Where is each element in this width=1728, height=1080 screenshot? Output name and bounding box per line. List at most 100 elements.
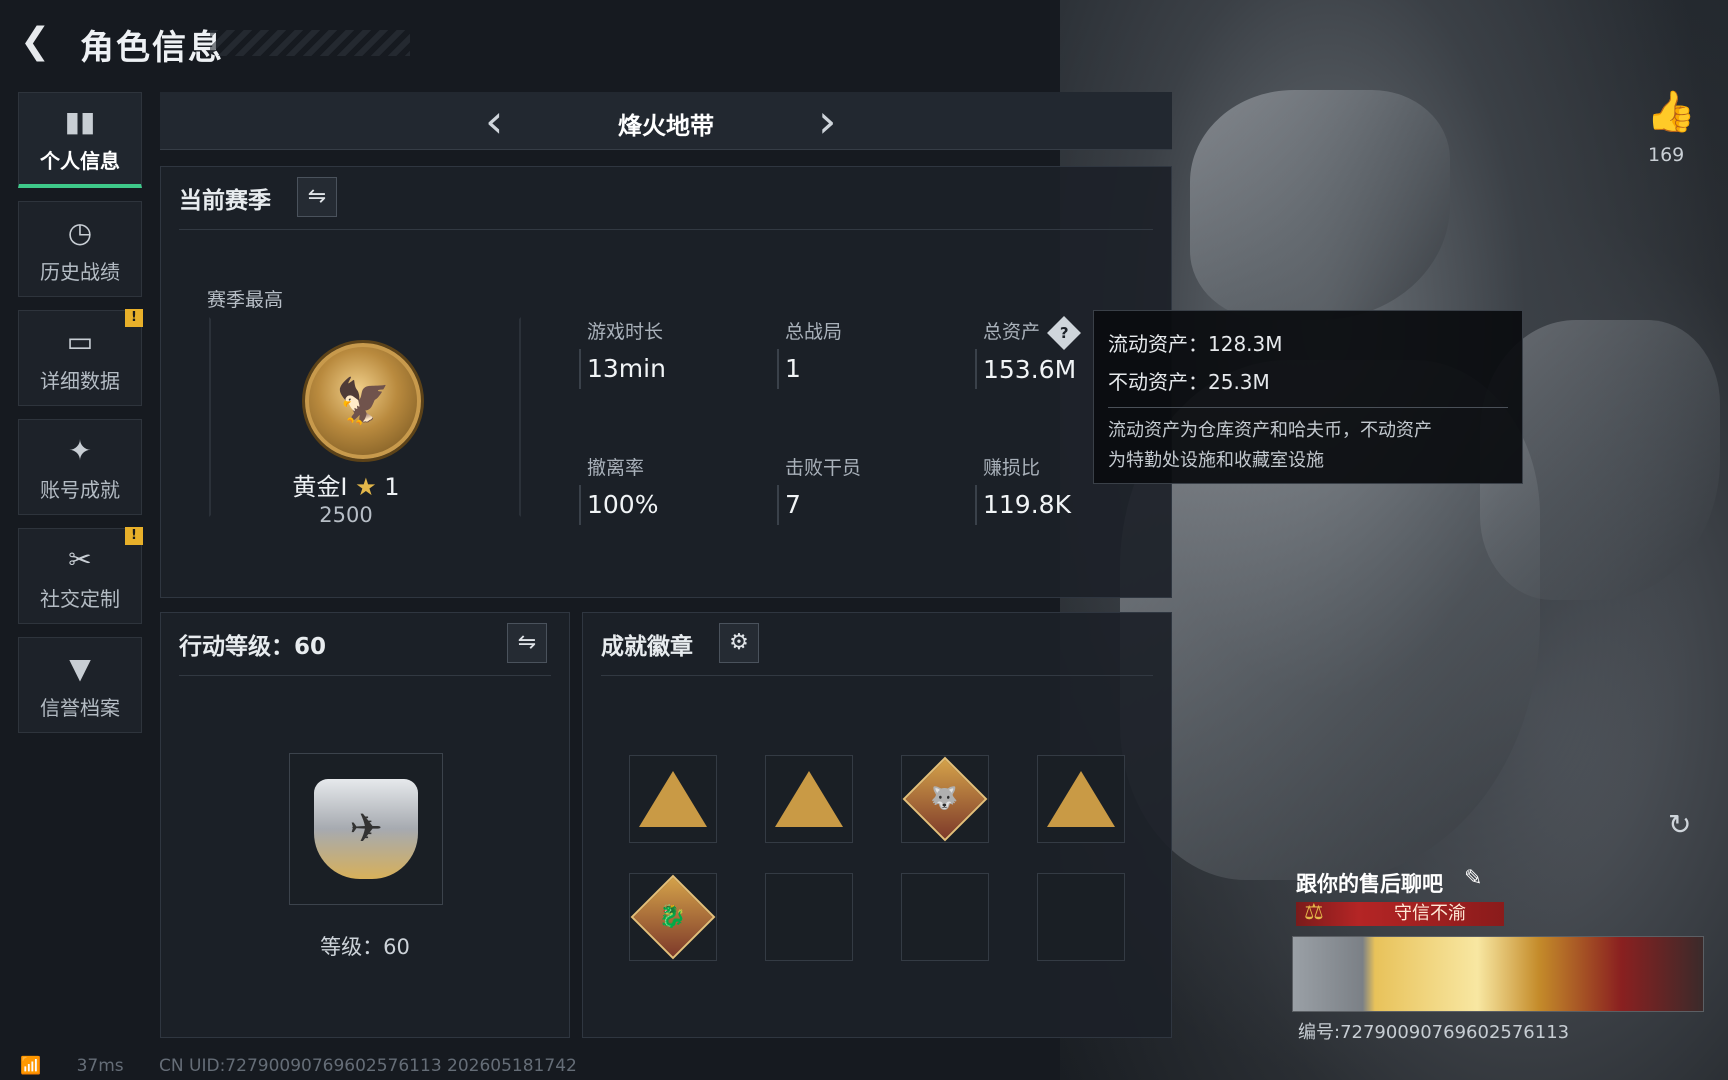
help-icon[interactable]: ? [1047, 315, 1082, 350]
stat-value: 7 [785, 490, 801, 519]
credit-bar: ⚖ 守信不渝 [1296, 900, 1504, 926]
gear-icon[interactable]: ⚙ [719, 623, 759, 663]
card-banner-art [1292, 936, 1704, 1012]
season-best-label: 赛季最高 [207, 289, 284, 311]
stat-bar [777, 349, 779, 389]
stat-label: 游戏时长 [587, 321, 664, 343]
edit-icon[interactable]: ✎ [1464, 866, 1482, 891]
sidebar-item-label: 账号成就 [40, 477, 120, 502]
mode-selector: 烽火地带 ‹ › [160, 92, 1172, 150]
sidebar-item-label: 信誉档案 [40, 695, 120, 720]
sidebar: ▮▮ 个人信息 ◷ 历史战绩 ▭ 详细数据 ! ✦ 账号成就 ✂ 社交定制 ! … [18, 92, 143, 746]
warning-badge: ! [125, 527, 143, 545]
rank-badge-icon: 🦅 [305, 343, 421, 459]
badges-title: 成就徽章 [601, 634, 693, 660]
badges-panel: 成就徽章 ⚙ 🐺 🐉 [582, 612, 1172, 1038]
stat-label: 撤离率 [587, 457, 645, 479]
badge-slot-empty[interactable] [901, 873, 989, 961]
stat-bar [777, 485, 779, 525]
player-card[interactable]: 跟你的售后聊吧 ✎ ⚖ 守信不渝 [1292, 860, 1712, 1015]
sidebar-item-label: 详细数据 [40, 368, 120, 393]
badge-slot[interactable] [629, 755, 717, 843]
action-level-panel: 行动等级：60 ⇋ ✈ 等级：60 [160, 612, 570, 1038]
stat-label: 总资产 ? [983, 315, 1082, 350]
sidebar-item-history[interactable]: ◷ 历史战绩 [18, 201, 142, 297]
stat-total-assets: 总资产 ? 153.6M [975, 315, 1082, 389]
chevron-left-icon[interactable]: ‹ [485, 96, 503, 146]
tooltip-desc-2: 为特勤处设施和收藏室设施 [1108, 450, 1324, 471]
badge-slot-empty[interactable] [765, 873, 853, 961]
badge-slot[interactable] [765, 755, 853, 843]
tools-icon: ✂ [68, 542, 92, 576]
shield-icon: ▼ [69, 651, 91, 685]
title-decoration [210, 30, 410, 56]
stat-profit-ratio: 赚损比 119.8K [975, 453, 1071, 525]
like-count: 169 [1648, 144, 1685, 166]
scale-icon: ⚖ [1304, 900, 1324, 925]
back-arrow-icon[interactable]: ❮ [20, 22, 60, 62]
stat-bar [975, 485, 977, 525]
stat-play-time: 游戏时长 13min [579, 317, 666, 389]
assets-tooltip: 流动资产：128.3M 不动资产：25.3M 流动资产为仓库资产和哈夫币，不动资… [1093, 310, 1523, 484]
sidebar-item-credit[interactable]: ▼ 信誉档案 [18, 637, 142, 733]
chevron-right-icon[interactable]: › [818, 96, 836, 146]
ping: 37ms [76, 1056, 124, 1076]
stat-value: 13min [587, 354, 666, 383]
badge-slot[interactable] [1037, 755, 1125, 843]
sidebar-item-social[interactable]: ✂ 社交定制 ! [18, 527, 143, 624]
sidebar-item-detail-data[interactable]: ▭ 详细数据 ! [18, 309, 143, 406]
history-icon: ◷ [67, 215, 93, 249]
rotate-icon[interactable]: ↻ [1668, 808, 1691, 841]
level-emblem: ✈ [289, 753, 443, 905]
badge-triangle-icon [775, 771, 843, 827]
rank-tier: 黄金I [292, 473, 348, 501]
stat-label: 赚损比 [983, 457, 1041, 479]
sidebar-item-achievements[interactable]: ✦ 账号成就 [18, 419, 142, 515]
badge-slot[interactable]: 🐉 [629, 873, 717, 961]
mech-helmet [1190, 90, 1450, 320]
divider [1108, 407, 1508, 408]
stat-bar [579, 485, 581, 525]
tooltip-desc-1: 流动资产为仓库资产和哈夫币，不动资产 [1108, 420, 1432, 441]
stat-value: 1 [785, 354, 801, 383]
badge-slot[interactable]: 🐺 [901, 755, 989, 843]
bar-chart-icon: ▮▮ [64, 105, 96, 138]
stat-value: 153.6M [983, 354, 1077, 384]
season-panel: 当前赛季 ⇋ 赛季最高 🦅 黄金I ★ 1 2500 游戏时长 13min 总战… [160, 166, 1172, 598]
folder-icon: ▭ [66, 324, 94, 358]
tooltip-fixed-assets: 不动资产：25.3M [1108, 370, 1270, 394]
sidebar-item-label: 个人信息 [40, 149, 120, 173]
stat-extract-rate: 撤离率 100% [579, 453, 659, 525]
thumbs-up-icon[interactable]: 👍 [1646, 88, 1696, 135]
sidebar-item-personal-info[interactable]: ▮▮ 个人信息 [18, 92, 142, 188]
stat-value: 100% [587, 490, 659, 519]
stat-kills: 击败干员 7 [777, 453, 861, 525]
swap-icon[interactable]: ⇋ [507, 623, 547, 663]
rank-level: 1 [384, 473, 400, 501]
player-name: 跟你的售后聊吧 [1296, 872, 1443, 896]
credit-label: 守信不渝 [1394, 903, 1466, 924]
mode-name: 烽火地带 [618, 112, 714, 140]
divider [179, 229, 1153, 230]
divider [179, 675, 551, 676]
action-level-title: 行动等级：60 [179, 634, 327, 660]
rank-star-icon: ★ [355, 473, 377, 501]
badge-slot-empty[interactable] [1037, 873, 1125, 961]
page-title: 角色信息 [80, 28, 224, 68]
badge-triangle-icon [639, 771, 707, 827]
stat-bar [975, 349, 977, 389]
rank-name: 黄金I ★ 1 [221, 467, 471, 502]
achievement-icon: ✦ [68, 433, 92, 467]
sidebar-item-label: 社交定制 [40, 586, 120, 611]
sidebar-item-label: 历史战绩 [40, 259, 120, 284]
stat-bar [579, 349, 581, 389]
dragon-badge-icon: 🐉 [630, 874, 716, 960]
stat-label: 总战局 [785, 321, 843, 343]
swap-icon[interactable]: ⇋ [297, 177, 337, 217]
rank-points: 2500 [319, 503, 373, 527]
stat-total-matches: 总战局 1 [777, 317, 843, 389]
warning-badge: ! [125, 309, 143, 327]
helicopter-emblem-icon: ✈ [314, 779, 418, 879]
tooltip-liquid-assets: 流动资产：128.3M [1108, 332, 1283, 356]
season-title: 当前赛季 [179, 188, 271, 214]
